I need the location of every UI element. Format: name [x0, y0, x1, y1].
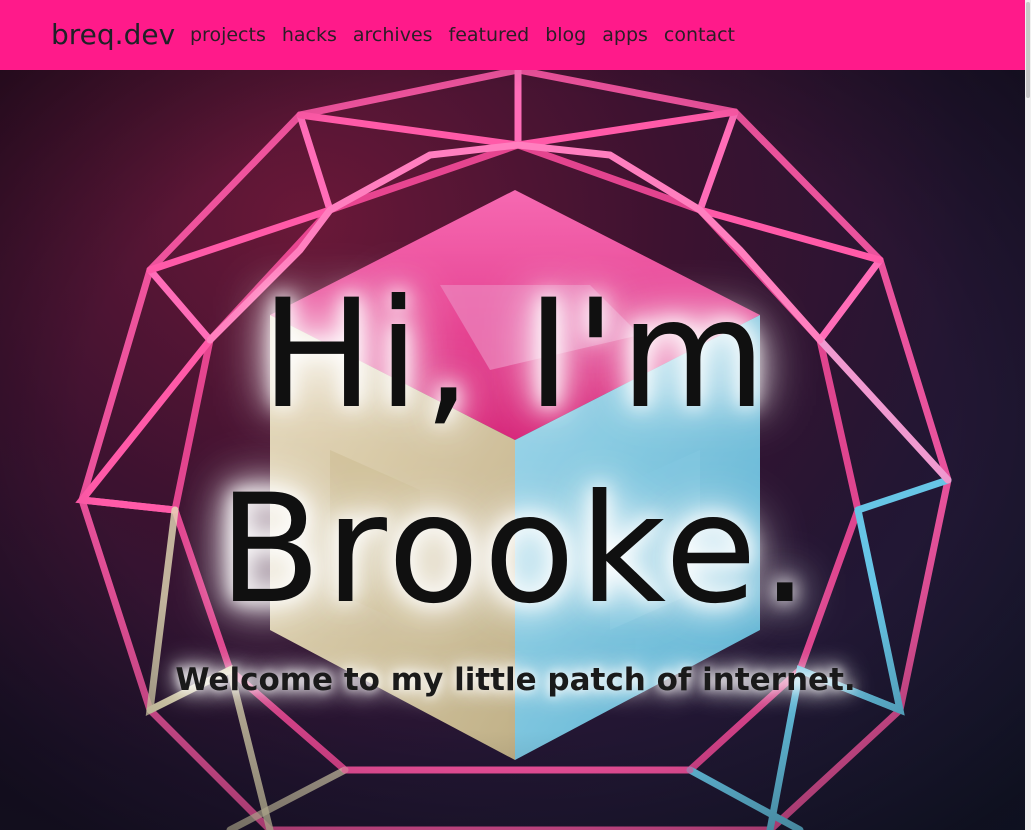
page-scrollbar-thumb[interactable]	[1026, 2, 1030, 98]
nav-link-blog[interactable]: blog	[545, 22, 586, 48]
nav-link-archives[interactable]: archives	[353, 22, 433, 48]
nav-link-hacks[interactable]: hacks	[282, 22, 337, 48]
nav-links: projects hacks archives featured blog ap…	[190, 22, 751, 48]
site-brand-link[interactable]: breq.dev	[51, 15, 175, 55]
top-navbar: breq.dev projects hacks archives feature…	[0, 0, 1031, 70]
hero-greeting-line1: Hi, I'm	[260, 268, 771, 442]
nav-link-projects[interactable]: projects	[190, 22, 266, 48]
hero-section: Hi, I'm Brooke. Welcome to my little pat…	[0, 70, 1031, 830]
hero-tagline: Welcome to my little patch of internet.	[175, 662, 856, 698]
nav-link-apps[interactable]: apps	[602, 22, 648, 48]
nav-link-contact[interactable]: contact	[664, 22, 735, 48]
page-scrollbar[interactable]	[1025, 0, 1031, 830]
nav-link-featured[interactable]: featured	[449, 22, 530, 48]
hero-greeting-line2: Brooke.	[218, 463, 813, 637]
geodesic-sphere-artwork	[0, 70, 1031, 830]
